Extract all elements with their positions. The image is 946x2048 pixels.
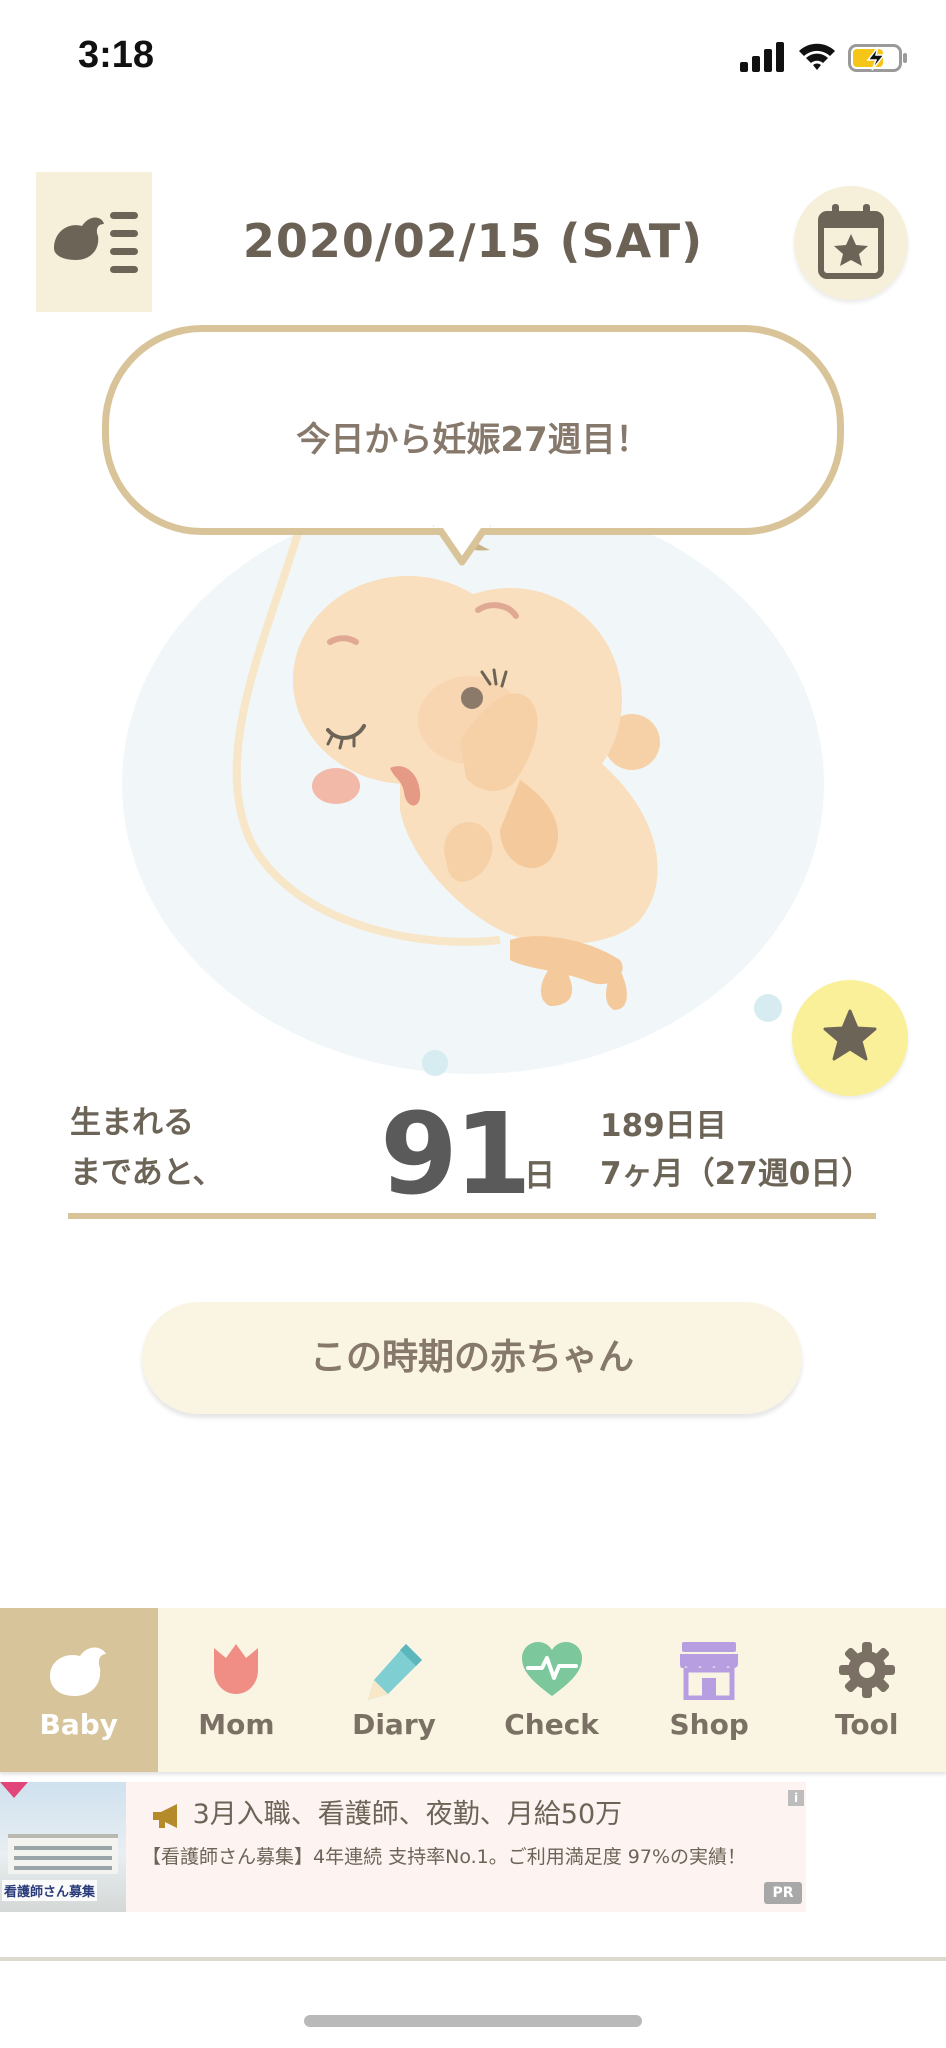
status-bar: 3:18 xyxy=(0,0,946,120)
megaphone-icon xyxy=(153,1803,177,1828)
ad-headline[interactable]: 3月入職、看護師、夜勤、月給50万 xyxy=(150,1792,622,1831)
tab-label: Shop xyxy=(669,1708,749,1741)
divider xyxy=(0,1957,946,1961)
cellular-signal-icon xyxy=(740,42,784,72)
ad-banner[interactable]: 看護師さん募集 3月入職、看護師、夜勤、月給50万 【看護師さん募集】4年連続 … xyxy=(0,1782,806,1912)
divider xyxy=(68,1213,876,1219)
baby-fetus-illustration xyxy=(232,530,660,1010)
tab-mom[interactable]: Mom xyxy=(158,1608,316,1772)
menu-button[interactable] xyxy=(36,172,152,312)
ad-headline-text: 3月入職、看護師、夜勤、月給50万 xyxy=(192,1799,623,1830)
calendar-star-icon xyxy=(818,204,884,279)
calendar-button[interactable] xyxy=(794,186,908,300)
bubble-dot xyxy=(422,1050,448,1076)
tab-check[interactable]: Check xyxy=(473,1608,631,1772)
bubble-dot xyxy=(754,994,782,1022)
tab-bar: Baby Mom Diary Check Shop Tool xyxy=(0,1608,946,1772)
heart-pulse-icon xyxy=(521,1642,582,1696)
tab-tool[interactable]: Tool xyxy=(788,1608,946,1772)
date-title[interactable]: 2020/02/15 (SAT) xyxy=(200,214,746,268)
tab-label: Tool xyxy=(835,1708,899,1741)
baby-info-button[interactable]: この時期の赤ちゃん xyxy=(142,1302,802,1414)
status-time: 3:18 xyxy=(78,34,155,76)
wifi-icon xyxy=(799,43,835,70)
tab-shop[interactable]: Shop xyxy=(630,1608,788,1772)
day-count: 189日目 xyxy=(600,1108,727,1144)
favorite-button[interactable] xyxy=(792,980,908,1096)
bird-icon xyxy=(49,1647,106,1696)
ad-info-icon[interactable]: i xyxy=(788,1790,804,1806)
speech-bubble: 今日から妊娠27週目！ xyxy=(102,325,844,535)
store-icon xyxy=(680,1642,739,1700)
days-remaining: 91 xyxy=(380,1090,532,1220)
tab-label: Check xyxy=(504,1708,599,1741)
days-unit: 日 xyxy=(524,1158,555,1194)
bird-list-icon xyxy=(54,212,138,273)
ad-pr-badge: PR xyxy=(764,1882,802,1904)
tab-label: Baby xyxy=(39,1708,119,1741)
gear-icon xyxy=(838,1642,895,1698)
tab-label: Diary xyxy=(352,1708,436,1741)
speech-text: 今日から妊娠27週目！ xyxy=(296,420,650,460)
ad-building-graphic xyxy=(8,1834,118,1874)
pencil-icon xyxy=(367,1644,422,1700)
ad-corner-triangle xyxy=(0,1782,28,1798)
ad-image[interactable]: 看護師さん募集 xyxy=(0,1782,126,1912)
tab-baby[interactable]: Baby xyxy=(0,1608,158,1772)
countdown-label: 生まれる まであと、 xyxy=(70,1098,223,1198)
star-icon xyxy=(823,1009,877,1061)
tulip-icon xyxy=(214,1644,259,1694)
tab-label: Mom xyxy=(198,1708,275,1741)
home-indicator[interactable] xyxy=(304,2015,642,2027)
ad-body[interactable]: 【看護師さん募集】4年連続 支持率No.1。ご利用満足度 97%の実績！ xyxy=(142,1842,746,1869)
countdown-label-line1: 生まれる xyxy=(70,1105,194,1141)
speech-bubble-tail xyxy=(433,524,491,566)
ad-building-windows xyxy=(14,1846,112,1850)
month-week: 7ヶ月（27週0日） xyxy=(600,1156,873,1192)
tab-diary[interactable]: Diary xyxy=(315,1608,473,1772)
ad-image-text: 看護師さん募集 xyxy=(2,1880,98,1901)
battery-charging-icon xyxy=(848,44,907,72)
countdown-label-line2: まであと、 xyxy=(70,1155,224,1191)
